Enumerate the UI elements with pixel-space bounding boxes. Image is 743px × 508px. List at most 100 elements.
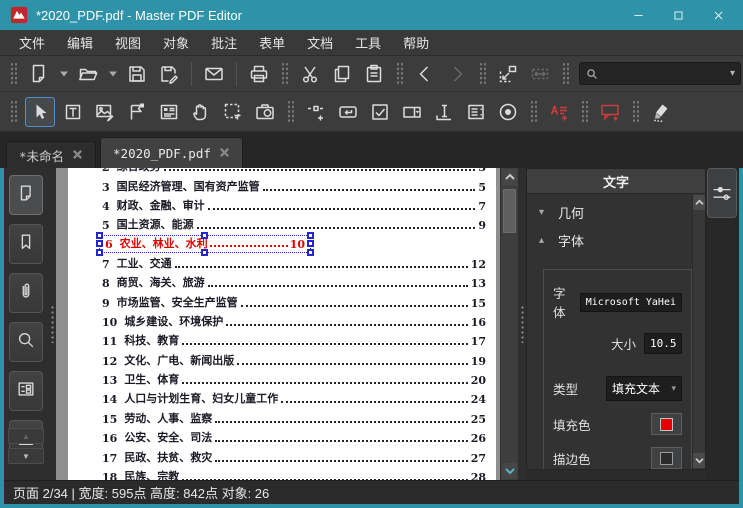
toolbar-grip[interactable] [632,99,639,124]
document-tab[interactable]: *未命名 [6,141,97,168]
toolbar-grip[interactable] [396,61,403,86]
toolbar-grip[interactable] [10,99,17,124]
copy-button[interactable] [328,60,356,88]
menu-item[interactable]: 视图 [104,30,152,55]
combobox-field-button[interactable] [398,98,426,126]
toolbar-grip[interactable] [562,61,569,86]
section-toggle-icon[interactable]: ▴ [539,235,549,246]
right-splitter[interactable] [518,168,526,480]
toc-row[interactable]: 4 财政、金融、审计 7 [68,196,496,215]
open-folder-button[interactable] [74,60,102,88]
panel-scroll-down-icon[interactable] [693,453,705,468]
tab-close-icon[interactable] [72,148,83,163]
close-button[interactable] [705,4,731,26]
save-as-button[interactable] [155,60,183,88]
menu-item[interactable]: 工具 [344,30,392,55]
insert-link-button[interactable] [302,98,330,126]
paste-button[interactable] [360,60,388,88]
menu-item[interactable]: 批注 [200,30,248,55]
section-toggle-icon[interactable]: ▾ [539,207,549,218]
cut-button[interactable] [296,60,324,88]
panel-scroll-up-icon[interactable] [693,195,705,210]
bookmarks-button[interactable] [9,224,43,264]
toc-row[interactable]: 8 商贸、海关、旅游 13 [68,273,496,292]
caret-down-button[interactable] [106,60,119,88]
panel-section-header[interactable]: ▾ 几何 [527,194,705,222]
toolbar-grip[interactable] [530,99,537,124]
sidebar-scroll-up-icon[interactable]: ▲ [8,428,44,444]
toc-row[interactable]: 2 综合政务 3 [68,168,496,176]
toolbar-grip[interactable] [287,99,294,124]
scrollbar-thumb[interactable] [503,189,516,233]
edit-path-button[interactable] [123,98,151,126]
navigate-back-button[interactable] [411,60,439,88]
type-select[interactable]: 填充文本 ▾ [606,376,682,401]
panel-section-header[interactable]: ▴ 字体 [527,222,705,250]
attachments-button[interactable] [9,273,43,313]
highlighter-button[interactable] [647,98,675,126]
object-properties-tab[interactable] [707,168,737,218]
menu-item[interactable]: 编辑 [56,30,104,55]
fit-width-button[interactable] [526,60,554,88]
navigate-forward-button[interactable] [443,60,471,88]
panel-scrollbar[interactable] [692,194,705,469]
send-email-button[interactable] [200,60,228,88]
toc-row[interactable]: 18 民族、宗教 28 [68,467,496,480]
toc-row[interactable]: 6 农业、林业、水利 10 [68,232,496,257]
toc-row[interactable]: 13 卫生、体育 20 [68,370,496,389]
stroke-color-button[interactable] [651,447,682,469]
search-input[interactable] [599,66,730,81]
radio-field-button[interactable] [494,98,522,126]
left-splitter[interactable] [48,168,56,480]
font-size-input[interactable]: 10.5 [644,333,682,354]
select-region-button[interactable] [219,98,247,126]
hand-pan-button[interactable] [187,98,215,126]
edit-forms-button[interactable] [155,98,183,126]
menu-item[interactable]: 帮助 [392,30,440,55]
menu-item[interactable]: 文件 [8,30,56,55]
push-button-field-button[interactable] [334,98,362,126]
search-document-button[interactable] [9,322,43,362]
edit-text-button[interactable] [59,98,87,126]
fill-color-button[interactable] [651,413,682,435]
save-button[interactable] [123,60,151,88]
snapshot-button[interactable] [251,98,279,126]
menu-item[interactable]: 对象 [152,30,200,55]
toc-row[interactable]: 5 国土资源、能源 9 [68,215,496,234]
listbox-field-button[interactable] [462,98,490,126]
select-pointer-button[interactable] [25,96,55,127]
font-name-input[interactable]: Microsoft YaHei [579,292,682,312]
callout-annotation-button[interactable] [596,98,624,126]
maximize-button[interactable] [665,4,691,26]
form-fields-button[interactable] [9,371,43,411]
document-scrollbar[interactable] [500,168,518,480]
fit-page-button[interactable] [494,60,522,88]
toc-row[interactable]: 12 文化、广电、新闻出版 19 [68,350,496,369]
page-thumbnails-button[interactable] [9,175,43,215]
toolbar-grip[interactable] [10,61,17,86]
toc-row[interactable]: 11 科技、教育 17 [68,331,496,350]
toc-row[interactable]: 14 人口与计划生育、妇女儿童工作 24 [68,389,496,408]
toc-row[interactable]: 9 市场监管、安全生产监管 15 [68,292,496,311]
search-box[interactable]: ▾ [579,62,741,85]
toolbar-grip[interactable] [281,61,288,86]
toolbar-grip[interactable] [479,61,486,86]
sidebar-scroll-down-icon[interactable]: ▼ [8,448,44,464]
toc-row[interactable]: 17 民政、扶贫、救灾 27 [68,447,496,466]
minimize-button[interactable] [625,4,651,26]
scroll-down-icon[interactable] [502,463,517,479]
toc-row[interactable]: 10 城乡建设、环境保护 16 [68,312,496,331]
new-document-button[interactable] [25,60,53,88]
text-field-button[interactable] [430,98,458,126]
menu-item[interactable]: 文档 [296,30,344,55]
toc-row[interactable]: 16 公安、安全、司法 26 [68,428,496,447]
document-tab[interactable]: *2020_PDF.pdf [100,137,243,168]
menu-item[interactable]: 表单 [248,30,296,55]
edit-image-button[interactable] [91,98,119,126]
sticky-note-button[interactable] [545,98,573,126]
pdf-page[interactable]: 2 综合政务 3 [68,168,496,480]
scroll-up-icon[interactable] [502,169,517,185]
checkbox-field-button[interactable] [366,98,394,126]
toc-row[interactable]: 7 工业、交通 12 [68,254,496,273]
toolbar-grip[interactable] [581,99,588,124]
